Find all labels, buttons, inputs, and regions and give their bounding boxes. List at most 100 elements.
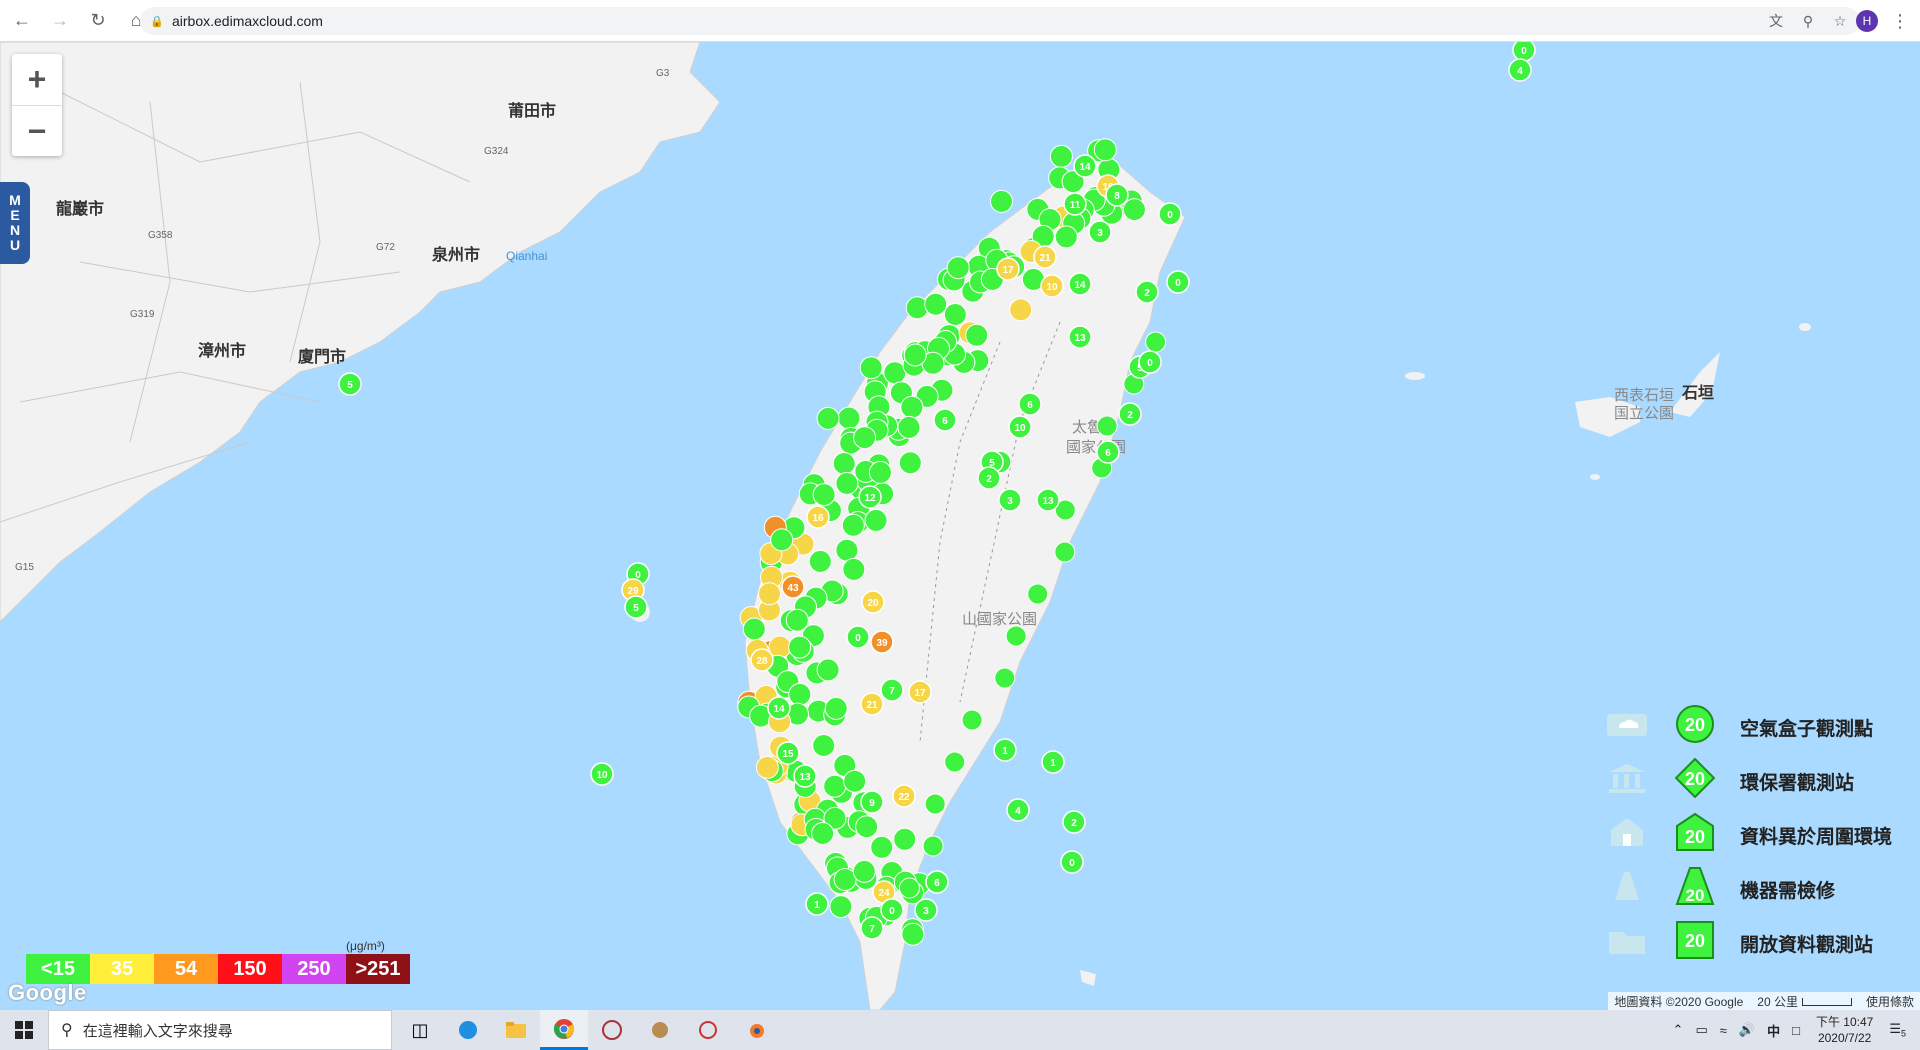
station-marker[interactable] — [990, 189, 1013, 213]
station-marker[interactable]: 43 — [781, 575, 805, 599]
station-marker[interactable]: 14 — [1068, 272, 1092, 296]
station-marker[interactable] — [900, 395, 924, 419]
station-marker[interactable]: 1 — [993, 738, 1017, 762]
station-marker[interactable] — [1122, 198, 1146, 222]
station-marker[interactable]: 2 — [1118, 402, 1142, 426]
station-marker[interactable] — [816, 658, 840, 682]
station-marker[interactable] — [1009, 298, 1033, 322]
station-marker[interactable] — [965, 323, 989, 347]
station-marker[interactable] — [864, 508, 888, 532]
station-marker[interactable] — [994, 667, 1016, 689]
station-marker[interactable]: 14 — [1073, 154, 1097, 178]
back-arrow-icon[interactable]: ← — [6, 5, 38, 37]
station-marker[interactable] — [755, 755, 779, 779]
station-marker[interactable] — [816, 406, 840, 430]
station-marker[interactable] — [943, 303, 967, 326]
station-marker[interactable] — [785, 608, 809, 632]
station-marker[interactable]: 3 — [1088, 220, 1112, 244]
station-marker[interactable]: 6 — [933, 408, 957, 432]
map-data-credit[interactable]: 地圖資料 ©2020 Google — [1614, 993, 1743, 1010]
station-marker[interactable]: 2 — [977, 466, 1001, 490]
zoom-icon[interactable]: ⚲ — [1798, 11, 1818, 31]
station-marker[interactable] — [944, 751, 966, 773]
station-marker[interactable]: 3 — [914, 898, 938, 922]
station-marker[interactable] — [843, 769, 867, 793]
station-marker[interactable] — [961, 709, 983, 731]
station-marker[interactable]: 5 — [624, 595, 648, 619]
station-marker[interactable]: 0 — [1166, 270, 1190, 294]
chevron-up-icon[interactable]: ⌃ — [1673, 1022, 1684, 1038]
station-marker[interactable]: 0 — [1512, 42, 1536, 62]
station-marker[interactable] — [1049, 144, 1073, 168]
station-marker[interactable] — [1054, 541, 1076, 563]
station-marker[interactable]: 13 — [1036, 488, 1060, 512]
station-marker[interactable] — [852, 859, 876, 883]
station-marker[interactable]: 6 — [1096, 440, 1120, 464]
task-view-icon[interactable]: ◫ — [396, 1010, 444, 1050]
station-marker[interactable] — [758, 582, 781, 606]
station-marker[interactable] — [742, 617, 766, 641]
clock[interactable]: 下午 10:47 2020/7/22 — [1816, 1014, 1873, 1046]
volume-icon[interactable]: 🔊 — [1739, 1022, 1755, 1038]
station-marker[interactable]: 0 — [880, 898, 904, 922]
station-marker[interactable] — [893, 827, 917, 851]
station-marker[interactable]: 9 — [860, 790, 884, 814]
station-marker[interactable]: 10 — [590, 762, 614, 786]
station-marker[interactable]: 22 — [892, 784, 916, 808]
app-compass-icon[interactable] — [588, 1010, 636, 1050]
star-icon[interactable]: ☆ — [1830, 11, 1850, 31]
more-menu-icon[interactable]: ⋮ — [1891, 10, 1909, 32]
station-marker[interactable] — [1096, 415, 1118, 437]
station-marker[interactable] — [1145, 331, 1167, 353]
station-marker[interactable] — [835, 538, 859, 562]
station-marker[interactable]: 10 — [1040, 274, 1064, 298]
station-marker[interactable]: 7 — [880, 678, 904, 702]
station-marker[interactable]: 2 — [1062, 810, 1086, 834]
taskbar-search-box[interactable]: ⚲ 在這裡輸入文字來搜尋 — [48, 1010, 392, 1050]
station-marker[interactable] — [788, 635, 812, 659]
google-logo[interactable]: Google — [8, 980, 87, 1006]
file-explorer-icon[interactable] — [492, 1010, 540, 1050]
wifi-icon[interactable]: ≈ — [1720, 1023, 1727, 1038]
station-marker[interactable] — [823, 774, 847, 798]
station-marker[interactable] — [924, 292, 948, 316]
address-bar[interactable]: 🔒 airbox.edimaxcloud.com 文 ⚲ ☆ — [140, 7, 1860, 35]
station-marker[interactable]: 0 — [1138, 350, 1162, 374]
station-marker[interactable]: 4 — [1508, 58, 1532, 82]
station-marker[interactable] — [946, 256, 970, 280]
station-marker[interactable]: 14 — [767, 696, 791, 720]
station-marker[interactable]: 16 — [806, 505, 830, 529]
station-marker[interactable]: 13 — [793, 764, 817, 788]
input-mode-icon[interactable]: □ — [1792, 1023, 1800, 1038]
station-marker[interactable] — [924, 793, 946, 815]
terms-link[interactable]: 使用條款 — [1866, 993, 1914, 1010]
station-marker[interactable] — [832, 452, 856, 475]
station-marker[interactable] — [853, 426, 877, 450]
station-marker[interactable] — [901, 922, 925, 946]
station-marker[interactable]: 21 — [860, 692, 884, 716]
station-marker[interactable]: 5 — [338, 372, 362, 396]
station-marker[interactable] — [841, 513, 865, 537]
station-marker[interactable] — [1027, 583, 1049, 605]
station-marker[interactable] — [833, 868, 857, 891]
station-marker[interactable]: 6 — [925, 870, 949, 894]
station-marker[interactable] — [868, 460, 892, 484]
station-marker[interactable]: 28 — [750, 648, 774, 672]
station-marker[interactable] — [811, 822, 835, 845]
station-marker[interactable] — [922, 835, 944, 857]
battery-icon[interactable]: ▭ — [1695, 1022, 1707, 1038]
map-scale[interactable]: 20 公里 — [1757, 993, 1852, 1010]
zoom-in-button[interactable]: + — [12, 54, 62, 105]
station-marker[interactable]: 13 — [1068, 325, 1092, 349]
station-marker[interactable]: 15 — [776, 741, 800, 765]
station-marker[interactable] — [835, 471, 859, 495]
station-marker[interactable] — [770, 528, 794, 552]
notification-icon[interactable]: ☰5 — [1889, 1021, 1906, 1039]
station-marker[interactable]: 4 — [1006, 798, 1030, 822]
ime-indicator[interactable]: 中 — [1767, 1021, 1780, 1040]
station-marker[interactable] — [837, 406, 861, 430]
station-marker[interactable] — [903, 343, 927, 367]
station-marker[interactable] — [883, 361, 907, 385]
station-marker[interactable]: 21 — [1033, 245, 1057, 269]
station-marker[interactable] — [842, 557, 866, 581]
